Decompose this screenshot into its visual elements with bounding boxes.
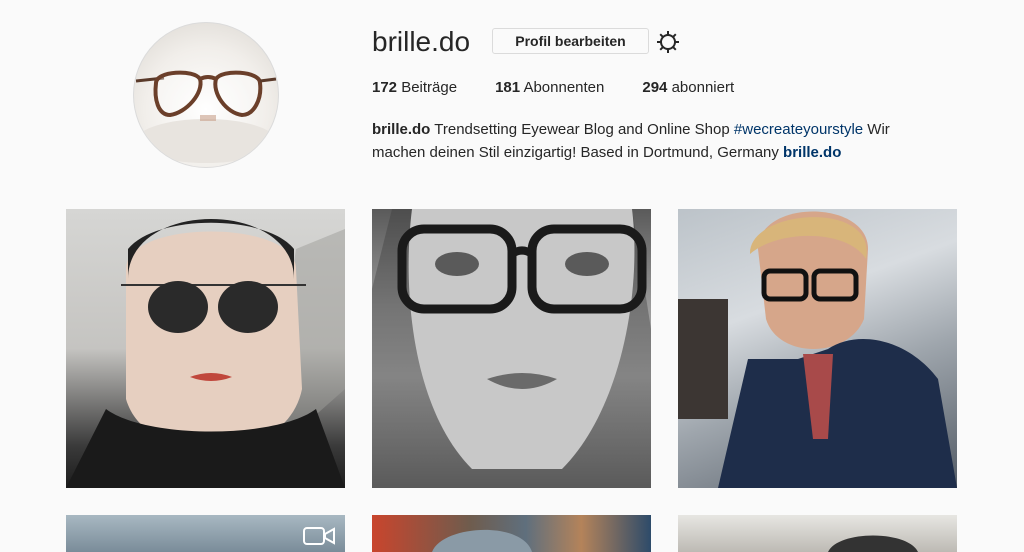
- post-thumbnail-woman-black-frame-glasses[interactable]: [372, 209, 651, 488]
- post-thumbnail-man-glasses-video[interactable]: [66, 515, 345, 552]
- followers-label: Abonnenten: [523, 79, 605, 96]
- gear-icon[interactable]: [656, 30, 680, 54]
- profile-avatar[interactable]: [133, 22, 279, 168]
- posts-stat: 172 Beiträge: [372, 78, 457, 98]
- bio-name: brille.do: [372, 121, 431, 138]
- website-link[interactable]: brille.do: [783, 144, 841, 161]
- following-label: abonniert: [671, 79, 735, 96]
- video-icon: [303, 527, 335, 545]
- glasses-avatar-icon: [135, 70, 277, 163]
- post-thumbnail-man-blue-jacket[interactable]: [678, 209, 957, 488]
- followers-stat[interactable]: 181 Abonnenten: [495, 78, 604, 98]
- profile-bio: brille.do Trendsetting Eyewear Blog and …: [372, 118, 932, 164]
- posts-count: 172: [372, 79, 398, 96]
- followers-count: 181: [495, 79, 521, 96]
- post-thumbnail-woman-round-sunglasses[interactable]: [66, 209, 345, 488]
- bio-text-1: Trendsetting Eyewear Blog and Online Sho…: [434, 121, 730, 138]
- profile-stats: 172 Beiträge 181 Abonnenten 294 abonnier…: [372, 78, 772, 98]
- edit-profile-button[interactable]: Profil bearbeiten: [492, 28, 649, 54]
- following-count: 294: [642, 79, 668, 96]
- hashtag-link[interactable]: #wecreateyourstyle: [734, 121, 863, 138]
- post-thumbnail-man-cap[interactable]: [372, 515, 651, 552]
- post-thumbnail-man-bw[interactable]: [678, 515, 957, 552]
- profile-username: brille.do: [372, 26, 471, 57]
- posts-label: Beiträge: [401, 79, 458, 96]
- following-stat[interactable]: 294 abonniert: [642, 78, 734, 98]
